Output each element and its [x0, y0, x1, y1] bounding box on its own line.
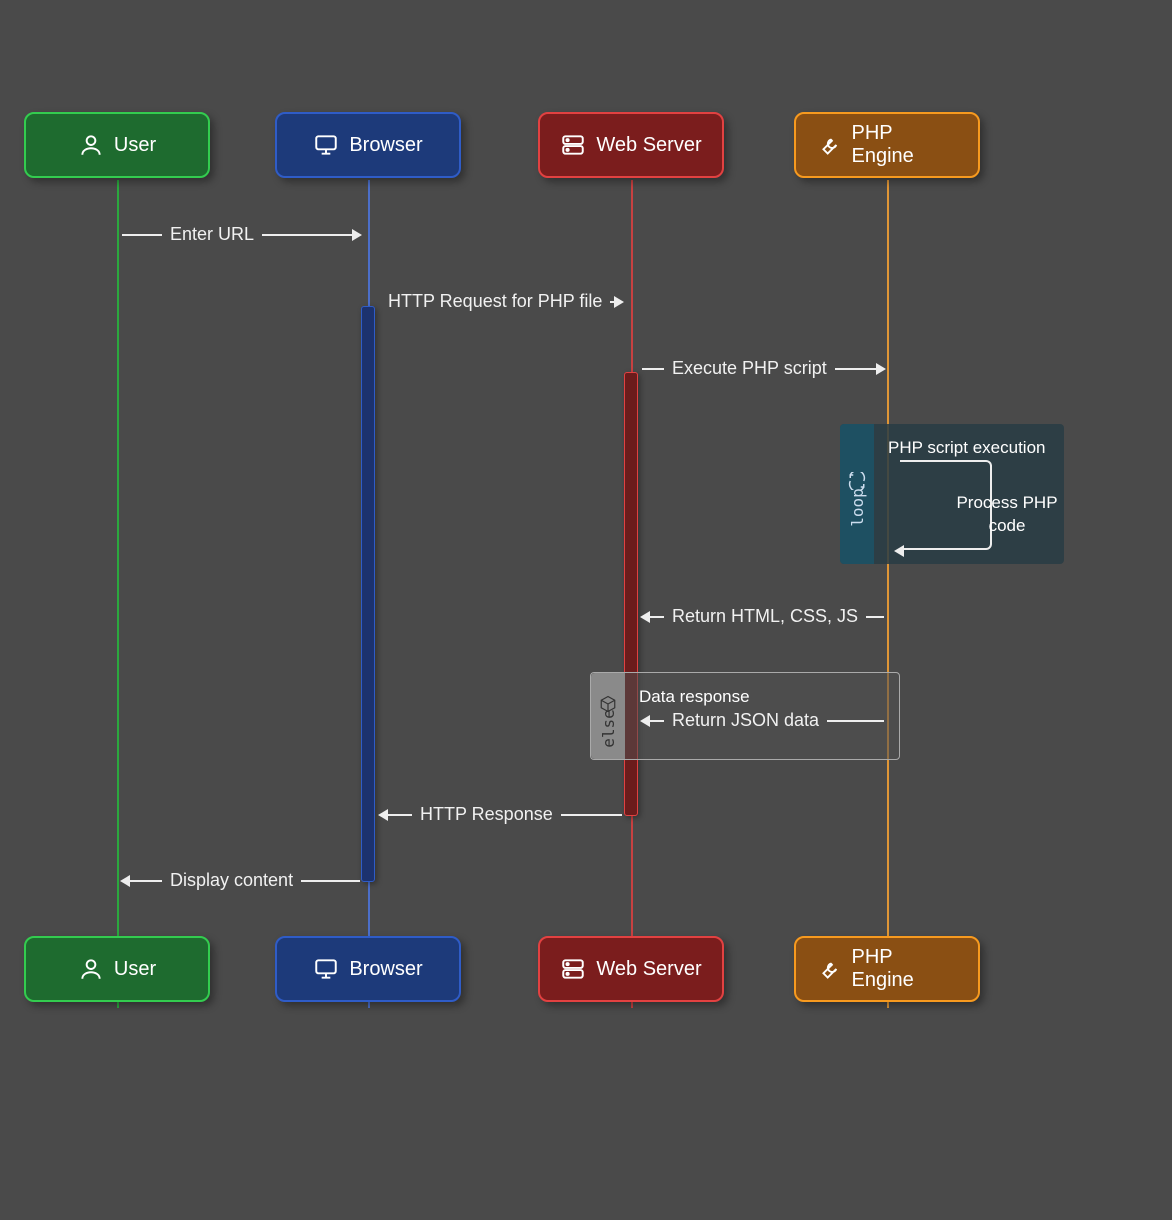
participant-label: Browser: [349, 134, 422, 157]
message-http-response: HTTP Response: [380, 804, 622, 825]
fragment-loop-title: PHP script execution: [888, 438, 1045, 458]
fragment-loop: loop PHP script execution Process PHP co…: [840, 424, 1064, 564]
participant-label: PHP Engine: [852, 122, 959, 168]
participant-browser-top: Browser: [275, 112, 461, 178]
participant-user-bottom: User: [24, 936, 210, 1002]
fragment-else-tag: else: [599, 709, 618, 748]
wrench-icon: [816, 956, 842, 982]
message-execute-php: Execute PHP script: [642, 358, 884, 379]
message-enter-url: Enter URL: [122, 224, 360, 245]
user-icon: [78, 956, 104, 982]
fragment-else-tab: else: [591, 673, 625, 759]
activation-browser: [361, 306, 375, 882]
loop-icon: [848, 472, 866, 490]
fragment-loop-tab: loop: [840, 424, 874, 564]
participant-php-top: PHP Engine: [794, 112, 980, 178]
participant-label: User: [114, 958, 156, 981]
participant-user-top: User: [24, 112, 210, 178]
participant-label: User: [114, 134, 156, 157]
participant-browser-bottom: Browser: [275, 936, 461, 1002]
participant-server-bottom: Web Server: [538, 936, 724, 1002]
message-display-content: Display content: [122, 870, 360, 891]
participant-label: Web Server: [596, 134, 701, 157]
message-return-json: Return JSON data: [642, 710, 884, 731]
fragment-else-title: Data response: [639, 687, 750, 707]
participant-label: PHP Engine: [852, 946, 959, 992]
message-http-request: HTTP Request for PHP file: [380, 291, 624, 312]
lifeline-php: [887, 180, 889, 1008]
fragment-loop-tag: loop: [848, 488, 867, 527]
participant-server-top: Web Server: [538, 112, 724, 178]
participant-label: Browser: [349, 958, 422, 981]
self-message-arrowhead: [894, 545, 904, 557]
message-return-html: Return HTML, CSS, JS: [642, 606, 884, 627]
monitor-icon: [313, 132, 339, 158]
lifeline-user: [117, 180, 119, 1008]
participant-label: Web Server: [596, 958, 701, 981]
monitor-icon: [313, 956, 339, 982]
wrench-icon: [816, 132, 842, 158]
participant-php-bottom: PHP Engine: [794, 936, 980, 1002]
server-icon: [560, 132, 586, 158]
user-icon: [78, 132, 104, 158]
self-message-label: Process PHP code: [950, 492, 1064, 538]
server-icon: [560, 956, 586, 982]
